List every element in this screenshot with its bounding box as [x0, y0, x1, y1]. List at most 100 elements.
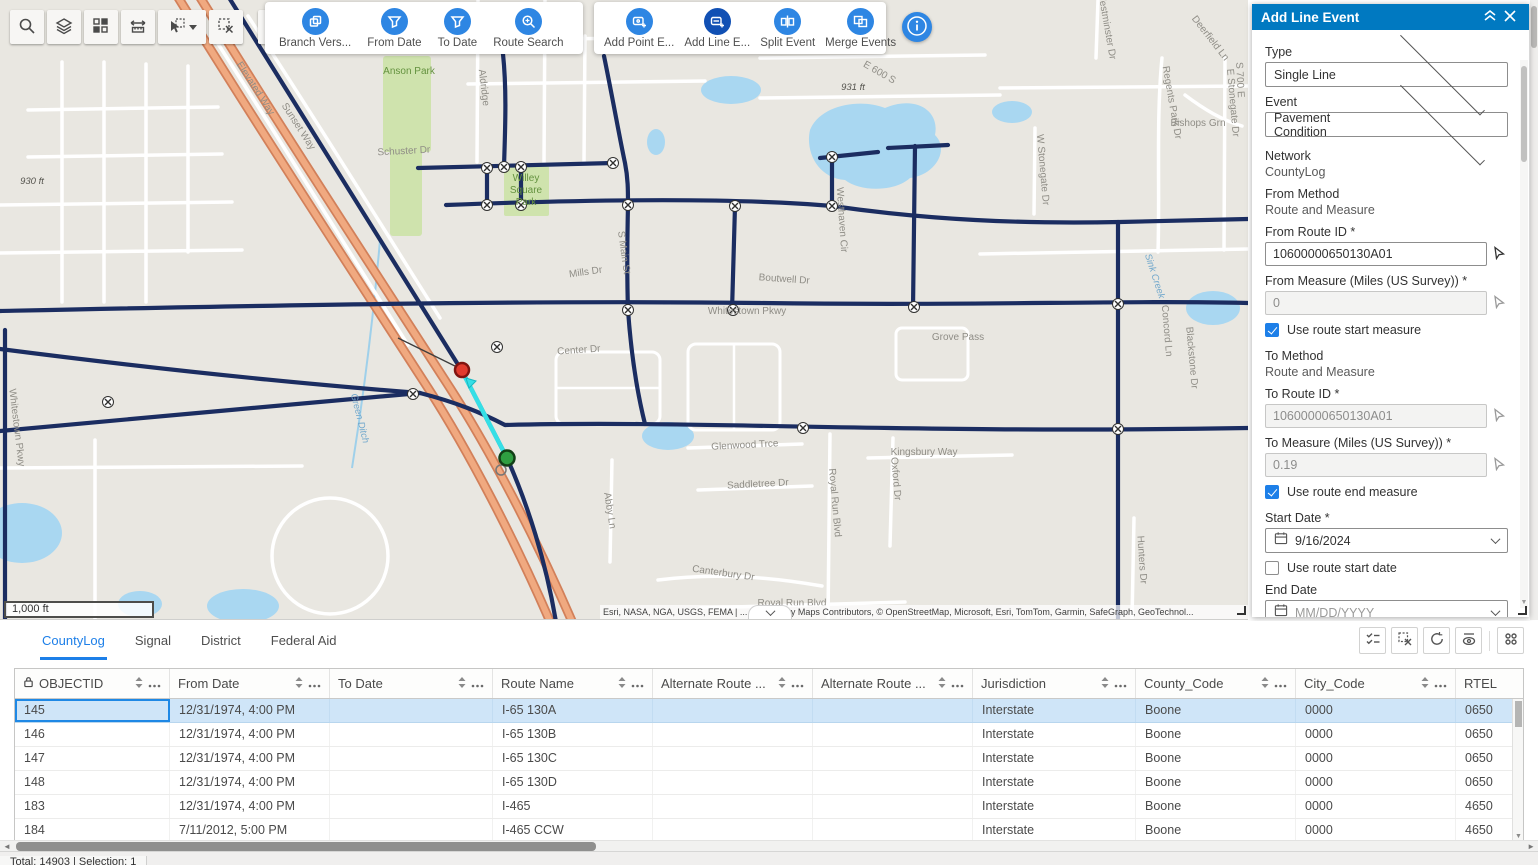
table-options-button[interactable]: [1497, 627, 1524, 654]
scrollbar-thumb[interactable]: [16, 842, 596, 851]
cell-objectid[interactable]: 183: [15, 795, 170, 818]
table-vertical-scrollbar[interactable]: ▼: [1512, 699, 1523, 841]
cell-county-code[interactable]: Boone: [1136, 771, 1296, 794]
cell-from-date[interactable]: 12/31/1974, 4:00 PM: [170, 747, 330, 770]
cell-from-date[interactable]: 12/31/1974, 4:00 PM: [170, 723, 330, 746]
sort-icon[interactable]: [938, 676, 946, 691]
sort-icon[interactable]: [295, 676, 303, 691]
from-date-filter-button[interactable]: From Date: [367, 8, 421, 49]
column-header-county-code[interactable]: County_Code: [1136, 669, 1296, 698]
hide-fields-button[interactable]: [1455, 627, 1482, 654]
table-row[interactable]: 146 12/31/1974, 4:00 PM I-65 130B Inters…: [15, 723, 1523, 747]
cell-to-date[interactable]: [330, 819, 493, 841]
event-select[interactable]: Pavement Condition: [1265, 112, 1508, 137]
cell-city-code[interactable]: 0000: [1296, 795, 1456, 818]
collapse-table-button[interactable]: [748, 605, 792, 619]
tab-district[interactable]: District: [199, 623, 243, 660]
cell-county-code[interactable]: Boone: [1136, 795, 1296, 818]
sort-icon[interactable]: [458, 676, 466, 691]
merge-events-button[interactable]: Merge Events: [825, 8, 896, 49]
cell-alternate-route-1[interactable]: [653, 723, 813, 746]
cell-alternate-route-2[interactable]: [813, 699, 973, 722]
route-search-button[interactable]: Route Search: [493, 8, 563, 49]
pick-to-route-on-map-button[interactable]: [1492, 408, 1506, 425]
to-measure-input[interactable]: [1265, 453, 1487, 477]
column-menu-icon[interactable]: [631, 676, 644, 691]
tab-countylog[interactable]: CountyLog: [40, 623, 107, 660]
tab-signal[interactable]: Signal: [133, 623, 173, 660]
cell-city-code[interactable]: 0000: [1296, 747, 1456, 770]
column-menu-icon[interactable]: [791, 676, 804, 691]
end-date-picker[interactable]: MM/DD/YYYY: [1265, 600, 1508, 617]
sort-icon[interactable]: [1101, 676, 1109, 691]
column-header-route-name[interactable]: Route Name: [493, 669, 653, 698]
scrollbar-thumb[interactable]: [1531, 6, 1537, 48]
table-row[interactable]: 145 12/31/1974, 4:00 PM I-65 130A Inters…: [15, 699, 1523, 723]
map-view[interactable]: Elevated Way Sunset Way Anson Park Wille…: [0, 0, 1248, 620]
cell-alternate-route-1[interactable]: [653, 699, 813, 722]
column-header-rtel[interactable]: RTEL: [1456, 669, 1523, 698]
table-row[interactable]: 147 12/31/1974, 4:00 PM I-65 130C Inters…: [15, 747, 1523, 771]
panel-resize-handle[interactable]: [1518, 606, 1527, 615]
sort-icon[interactable]: [1261, 676, 1269, 691]
scroll-down-arrow-icon[interactable]: ▼: [1513, 833, 1523, 840]
sort-icon[interactable]: [1421, 676, 1429, 691]
branch-version-button[interactable]: Branch Vers...: [279, 8, 351, 49]
measure-button[interactable]: [121, 10, 155, 44]
cell-route-name[interactable]: I-65 130C: [493, 747, 653, 770]
layers-button[interactable]: [47, 10, 81, 44]
column-menu-icon[interactable]: [471, 676, 484, 691]
sort-icon[interactable]: [135, 676, 143, 691]
column-menu-icon[interactable]: [951, 676, 964, 691]
cell-county-code[interactable]: Boone: [1136, 699, 1296, 722]
page-scrollbar[interactable]: [1530, 0, 1538, 620]
cell-objectid[interactable]: 184: [15, 819, 170, 841]
column-header-objectid[interactable]: OBJECTID: [15, 669, 170, 698]
search-button[interactable]: [10, 10, 44, 44]
map-canvas[interactable]: Elevated Way Sunset Way Anson Park Wille…: [0, 0, 1248, 620]
scrollbar-thumb[interactable]: [1515, 701, 1522, 727]
table-horizontal-scrollbar[interactable]: ◄ ►: [0, 840, 1538, 851]
column-header-from-date[interactable]: From Date: [170, 669, 330, 698]
cell-route-name[interactable]: I-65 130D: [493, 771, 653, 794]
cell-jurisdiction[interactable]: Interstate: [973, 723, 1136, 746]
split-event-button[interactable]: Split Event: [760, 8, 815, 49]
cell-alternate-route-2[interactable]: [813, 723, 973, 746]
clear-table-selection-button[interactable]: [1391, 627, 1418, 654]
column-menu-icon[interactable]: [1114, 676, 1127, 691]
from-measure-input[interactable]: [1265, 291, 1487, 315]
use-route-start-measure-checkbox[interactable]: Use route start measure: [1265, 323, 1509, 337]
column-menu-icon[interactable]: [148, 676, 161, 691]
cell-city-code[interactable]: 0000: [1296, 723, 1456, 746]
cell-county-code[interactable]: Boone: [1136, 747, 1296, 770]
to-route-id-input[interactable]: [1265, 404, 1487, 428]
cell-alternate-route-2[interactable]: [813, 747, 973, 770]
cell-route-name[interactable]: I-465 CCW: [493, 819, 653, 841]
info-button[interactable]: [902, 12, 932, 42]
pick-from-measure-on-map-button[interactable]: [1492, 295, 1506, 312]
column-header-alternate-route-2[interactable]: Alternate Route ...: [813, 669, 973, 698]
cell-alternate-route-1[interactable]: [653, 771, 813, 794]
cell-objectid[interactable]: 145: [15, 699, 170, 722]
use-route-start-date-checkbox[interactable]: Use route start date: [1265, 561, 1509, 575]
show-selection-button[interactable]: [1359, 627, 1386, 654]
use-route-end-measure-checkbox[interactable]: Use route end measure: [1265, 485, 1509, 499]
cell-route-name[interactable]: I-465: [493, 795, 653, 818]
cell-from-date[interactable]: 12/31/1974, 4:00 PM: [170, 771, 330, 794]
refresh-button[interactable]: [1423, 627, 1450, 654]
column-header-jurisdiction[interactable]: Jurisdiction: [973, 669, 1136, 698]
cell-route-name[interactable]: I-65 130A: [493, 699, 653, 722]
from-route-id-input[interactable]: [1265, 242, 1487, 266]
cell-alternate-route-2[interactable]: [813, 771, 973, 794]
cell-jurisdiction[interactable]: Interstate: [973, 819, 1136, 841]
column-header-to-date[interactable]: To Date: [330, 669, 493, 698]
cell-alternate-route-1[interactable]: [653, 747, 813, 770]
resize-handle[interactable]: [1237, 606, 1246, 615]
cell-city-code[interactable]: 0000: [1296, 699, 1456, 722]
cell-to-date[interactable]: [330, 699, 493, 722]
start-date-picker[interactable]: 9/16/2024: [1265, 528, 1508, 553]
scrollbar-thumb[interactable]: [1521, 66, 1527, 162]
sort-icon[interactable]: [618, 676, 626, 691]
cell-alternate-route-1[interactable]: [653, 819, 813, 841]
cell-alternate-route-1[interactable]: [653, 795, 813, 818]
